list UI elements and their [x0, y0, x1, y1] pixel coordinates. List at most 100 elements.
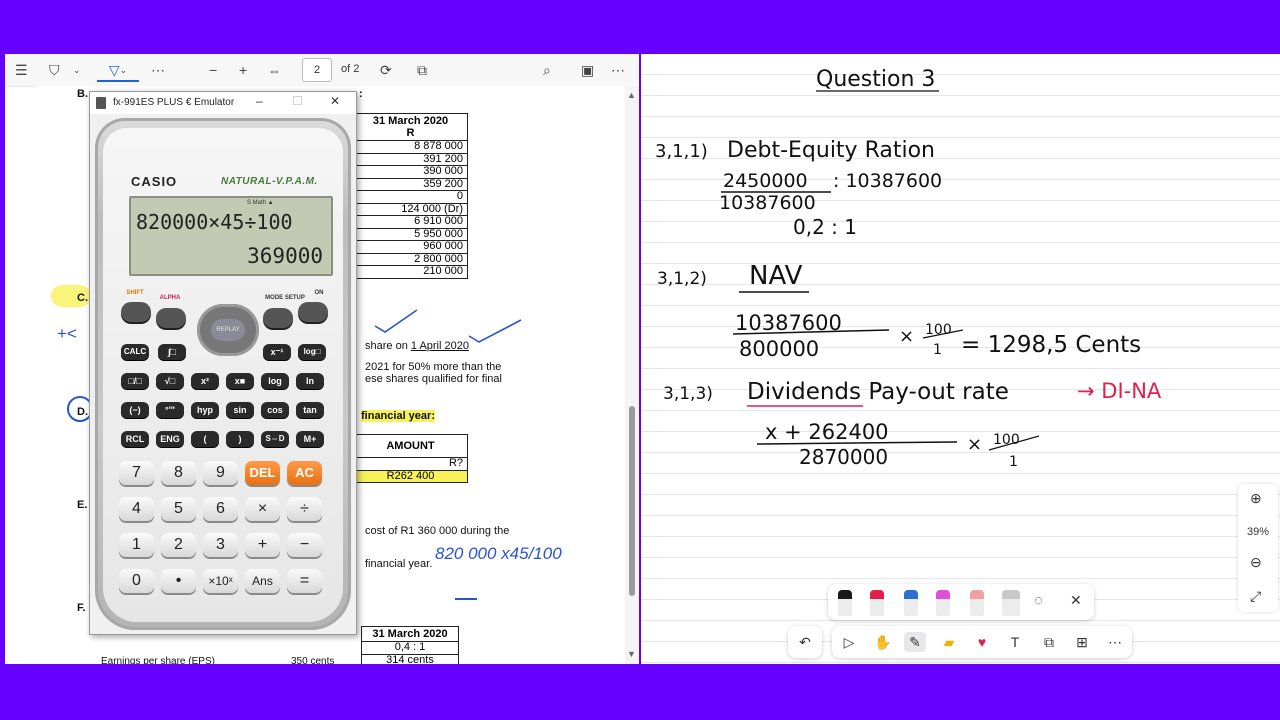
- undo-button[interactable]: ↶: [788, 626, 822, 658]
- eng-button[interactable]: ENG: [156, 431, 184, 447]
- mode-button[interactable]: [263, 308, 293, 328]
- decimal-button[interactable]: •: [161, 569, 196, 593]
- shapes-icon[interactable]: ⧉: [1038, 632, 1060, 652]
- key-0[interactable]: 0: [119, 569, 154, 593]
- scrollbar[interactable]: ▲ ▼: [625, 86, 639, 664]
- scroll-down-icon[interactable]: ▼: [627, 649, 636, 659]
- integral-button[interactable]: ∫□: [158, 344, 186, 360]
- tan-button[interactable]: tan: [296, 402, 324, 418]
- fraction-button[interactable]: □/□: [121, 373, 149, 389]
- board-title: Question 3: [816, 67, 935, 92]
- close-icon[interactable]: ✕: [1070, 592, 1082, 609]
- key-5[interactable]: 5: [161, 497, 196, 521]
- hyp-button[interactable]: hyp: [191, 402, 219, 418]
- sin-button[interactable]: sin: [226, 402, 254, 418]
- ans-button[interactable]: Ans: [245, 569, 280, 593]
- highlighter-icon[interactable]: ⛉: [49, 60, 60, 80]
- rcl-button[interactable]: RCL: [121, 431, 149, 447]
- page-number-input[interactable]: 2: [302, 58, 332, 82]
- del-button[interactable]: DEL: [245, 461, 280, 485]
- close-paren-button[interactable]: ): [226, 431, 254, 447]
- lasso-icon[interactable]: ◌: [1034, 592, 1043, 609]
- exp-button[interactable]: ×10ˣ: [203, 569, 238, 593]
- scroll-up-icon[interactable]: ▲: [627, 90, 636, 100]
- search-icon[interactable]: ⌕: [543, 60, 551, 80]
- pen-black[interactable]: [838, 590, 852, 616]
- replay-button[interactable]: REPLAY: [211, 319, 245, 341]
- plus-button[interactable]: +: [245, 533, 280, 557]
- ac-button[interactable]: AC: [287, 461, 322, 485]
- whiteboard[interactable]: Question 3 3,1,1) Debt-Equity Ration 245…: [641, 54, 1280, 664]
- sqrt-button[interactable]: √□: [156, 373, 184, 389]
- fit-page-icon[interactable]: ⤢: [1250, 588, 1261, 605]
- power-button[interactable]: x■: [226, 373, 254, 389]
- ink-calculation: 820 000 x45/100: [435, 544, 562, 563]
- key-1[interactable]: 1: [119, 533, 154, 557]
- degrees-button[interactable]: °'": [156, 402, 184, 418]
- zoom-out-icon[interactable]: ⊖: [1250, 554, 1262, 571]
- pen-tool-icon[interactable]: ✎: [904, 632, 926, 652]
- eraser[interactable]: [970, 590, 984, 616]
- zoom-in-icon[interactable]: ⊕: [1250, 490, 1262, 507]
- window-title: fx-991ES PLUS € Emulator: [113, 97, 235, 108]
- key-2[interactable]: 2: [161, 533, 196, 557]
- more-icon[interactable]: ⋯: [151, 60, 165, 80]
- alpha-button[interactable]: [156, 308, 186, 328]
- divide-button[interactable]: ÷: [287, 497, 322, 521]
- key-3[interactable]: 3: [203, 533, 238, 557]
- open-paren-button[interactable]: (: [191, 431, 219, 447]
- multiply-button[interactable]: ×: [245, 497, 280, 521]
- text-icon[interactable]: T: [1004, 632, 1026, 652]
- highlighter-pink[interactable]: [936, 590, 950, 616]
- scroll-thumb[interactable]: [629, 406, 635, 596]
- ln-button[interactable]: ln: [296, 373, 324, 389]
- replay-dpad[interactable]: REPLAY: [197, 304, 259, 356]
- more-options-icon[interactable]: ⋯: [611, 60, 625, 80]
- zoom-in-button[interactable]: +: [239, 60, 247, 80]
- square-button[interactable]: x²: [191, 373, 219, 389]
- table-cell: 314 cents: [361, 653, 459, 664]
- pen-icon[interactable]: ▽ ⌄: [97, 60, 139, 82]
- key-8[interactable]: 8: [161, 461, 196, 485]
- hand-icon[interactable]: ✋: [872, 632, 894, 652]
- key-9[interactable]: 9: [203, 461, 238, 485]
- calculator-window[interactable]: fx-991ES PLUS € Emulator – ☐ ✕ CASIO NAT…: [89, 91, 357, 635]
- heart-icon[interactable]: ♥: [971, 632, 993, 652]
- table-icon[interactable]: ⊞: [1071, 632, 1093, 652]
- zoom-out-button[interactable]: −: [209, 60, 217, 80]
- negative-button[interactable]: (−): [121, 402, 149, 418]
- m-plus-button[interactable]: M+: [296, 431, 324, 447]
- more-icon[interactable]: ⋯: [1104, 632, 1126, 652]
- calc-button[interactable]: CALC: [121, 344, 149, 360]
- table-cell: 0: [353, 190, 468, 204]
- close-icon[interactable]: ✕: [330, 94, 340, 108]
- key-6[interactable]: 6: [203, 497, 238, 521]
- minimize-icon[interactable]: –: [256, 94, 263, 108]
- sticky-note-icon[interactable]: ▰: [938, 632, 960, 652]
- s-d-button[interactable]: S⇔D: [261, 431, 289, 447]
- calculator-titlebar[interactable]: fx-991ES PLUS € Emulator – ☐ ✕: [90, 92, 356, 114]
- pen-blue[interactable]: [904, 590, 918, 616]
- select-icon[interactable]: ▷: [838, 632, 860, 652]
- chevron-down-icon[interactable]: ⌄: [73, 60, 81, 80]
- equals-button[interactable]: =: [287, 569, 322, 593]
- eps-value: 350 cents: [291, 656, 335, 664]
- maximize-icon[interactable]: ☐: [292, 94, 303, 108]
- ruler-icon[interactable]: [1002, 590, 1020, 616]
- cos-button[interactable]: cos: [261, 402, 289, 418]
- list-icon[interactable]: ☰: [15, 60, 28, 80]
- rotate-icon[interactable]: ⟳: [380, 60, 392, 80]
- log-base-button[interactable]: log□: [298, 344, 326, 360]
- save-icon[interactable]: ▣: [581, 60, 594, 80]
- fit-width-icon[interactable]: ⇔: [268, 60, 281, 80]
- two-page-icon[interactable]: ⧉: [417, 60, 427, 80]
- minus-button[interactable]: −: [287, 533, 322, 557]
- key-4[interactable]: 4: [119, 497, 154, 521]
- reciprocal-button[interactable]: x⁻¹: [263, 344, 291, 360]
- log-button[interactable]: log: [261, 373, 289, 389]
- on-button[interactable]: [298, 302, 328, 322]
- pen-red[interactable]: [870, 590, 884, 616]
- shift-button[interactable]: [121, 302, 151, 322]
- key-7[interactable]: 7: [119, 461, 154, 485]
- q3-pct-den: 1: [1009, 454, 1018, 470]
